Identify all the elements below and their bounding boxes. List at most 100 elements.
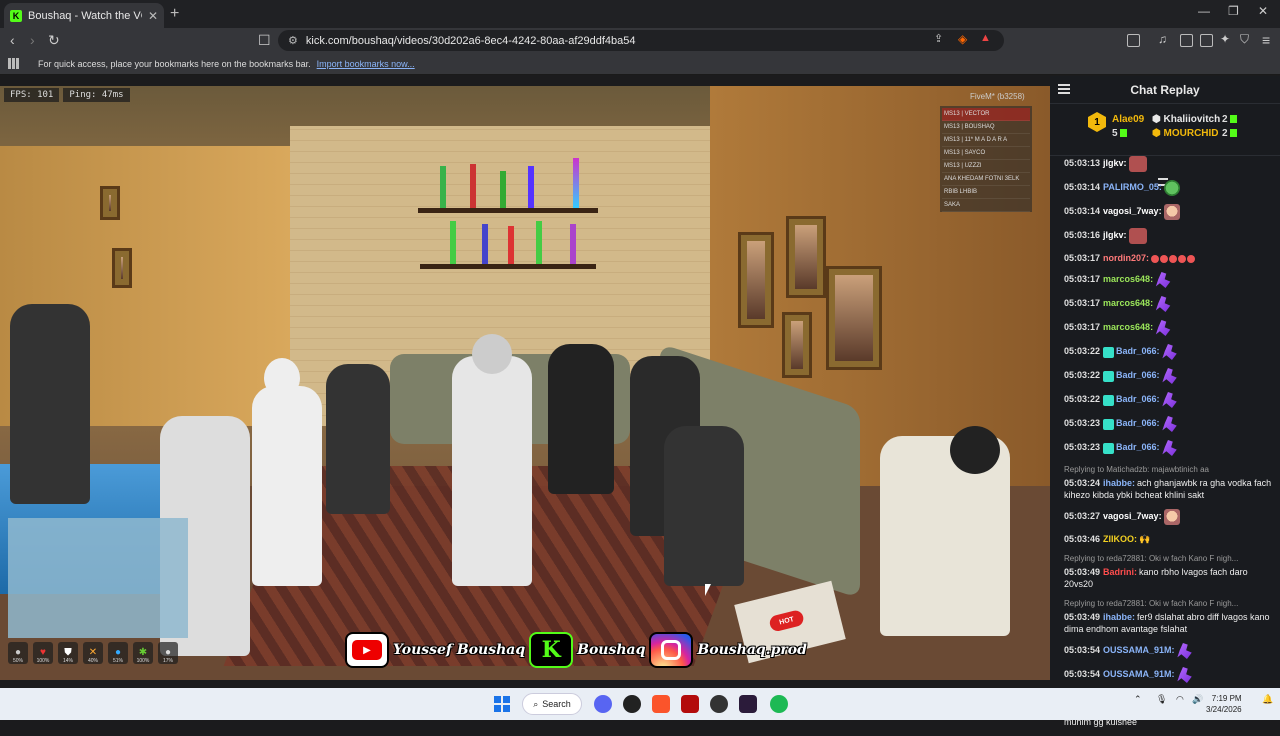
brave-shields-icon[interactable]: ◈ (958, 32, 967, 46)
chat-message: 05:03:16 jlgkv: (1064, 228, 1276, 244)
chat-username[interactable]: jlgkv: (1103, 158, 1127, 168)
acrobat-icon[interactable] (681, 695, 699, 713)
gifter-name[interactable]: ⬢ Khaliiovitch (1152, 114, 1220, 125)
message-timestamp: 05:03:27 (1064, 511, 1101, 522)
share-icon[interactable]: ⇪ (934, 32, 943, 45)
wifi-icon[interactable]: ◠ (1176, 694, 1184, 705)
forward-button[interactable]: › (30, 32, 35, 48)
taskbar-search[interactable]: ⌕ Search (522, 693, 582, 715)
chat-username[interactable]: marcos648: (1103, 298, 1153, 308)
subscriber-badge-icon (1103, 418, 1115, 430)
chat-username[interactable]: Badr_066: (1116, 346, 1160, 356)
video-player[interactable]: HOT FPS: 101 Ping: 47ms FiveM* (b3258) M… (0, 86, 1050, 680)
player-item: MS13 | SAYCO (942, 147, 1030, 160)
emoji-icon (1151, 254, 1160, 263)
address-bar[interactable]: ⚙ kick.com/boushaq/videos/30d202a6-8ec4-… (278, 30, 1004, 51)
minimize-button[interactable]: — (1198, 4, 1210, 18)
wall-portrait (782, 312, 812, 378)
microphone-icon[interactable]: 🎙 (1156, 694, 1167, 705)
player-list: MS13 | VECTOR MS13 | BOUSHAQ MS13 | 11* … (940, 106, 1032, 212)
wall-portrait (738, 232, 774, 328)
menu-icon[interactable]: ≡ (1262, 32, 1270, 48)
tray-chevron-icon[interactable]: ⌃ (1134, 694, 1142, 705)
message-timestamp: 05:03:22 (1064, 394, 1101, 405)
sidebar-icon[interactable] (1180, 34, 1193, 47)
brave-rewards-icon[interactable]: ▲ (980, 32, 991, 44)
emote-icon (1128, 156, 1147, 172)
chat-username[interactable]: vagosi_7way: (1103, 206, 1162, 216)
chat-username[interactable]: OUSSAMA_91M: (1103, 669, 1175, 679)
tab-bar: K Boushaq - Watch the VOD o ✕ + — ❐ ✕ (0, 0, 1280, 28)
emote-icon (1128, 228, 1147, 244)
chat-message: 05:03:17 marcos648: (1064, 320, 1276, 336)
chat-username[interactable]: Badr_066: (1116, 370, 1160, 380)
github-icon[interactable] (623, 695, 641, 713)
chat-username[interactable]: vagosi_7way: (1103, 511, 1162, 521)
system-clock[interactable]: 7:19 PM 3/24/2026 (1206, 693, 1242, 715)
back-button[interactable]: ‹ (10, 32, 15, 48)
site-info-icon[interactable]: ⚙ (288, 34, 298, 47)
minimap (8, 518, 188, 638)
spotify-icon[interactable] (770, 695, 788, 713)
emote-icon (1163, 180, 1180, 196)
notification-icon[interactable]: 🔔 (1262, 694, 1273, 705)
reload-button[interactable]: ↻ (48, 32, 60, 49)
start-button[interactable] (494, 696, 510, 712)
maximize-button[interactable]: ❐ (1228, 4, 1239, 18)
import-bookmarks-link[interactable]: Import bookmarks now... (317, 59, 415, 69)
leo-ai-icon[interactable]: ✦ (1220, 32, 1230, 46)
chat-username[interactable]: jlgkv: (1103, 230, 1127, 240)
chat-username[interactable]: OUSSAMA_91M: (1103, 645, 1175, 655)
chat-username[interactable]: ZIIKOO: (1103, 534, 1137, 544)
gifter-name[interactable]: Alae09 (1112, 114, 1144, 125)
chat-username[interactable]: nordin207: (1103, 253, 1149, 263)
player-item: MS13 | VECTOR (942, 108, 1030, 121)
chat-message: 05:03:22 Badr_066: (1064, 368, 1276, 384)
instagram-icon (649, 632, 694, 668)
chat-message: 05:03:27 vagosi_7way: (1064, 509, 1276, 525)
reader-mode-icon[interactable] (1127, 34, 1140, 47)
fps-value: FPS: 101 (4, 88, 60, 102)
app-icon[interactable] (739, 695, 757, 713)
chat-username[interactable]: marcos648: (1103, 322, 1153, 332)
new-tab-button[interactable]: + (170, 5, 179, 23)
chat-username[interactable]: marcos648: (1103, 274, 1153, 284)
media-icon[interactable]: ♫ (1158, 32, 1167, 46)
chat-username[interactable]: ihabbe: (1103, 478, 1135, 488)
chat-username[interactable]: Badr_066: (1116, 442, 1160, 452)
bookmarks-hint: For quick access, place your bookmarks h… (38, 58, 311, 69)
wallet-icon[interactable] (1200, 34, 1213, 47)
obs-icon[interactable] (710, 695, 728, 713)
mouse-cursor-icon (705, 584, 717, 596)
wall-portrait (112, 248, 132, 288)
emoji-icon (1178, 254, 1187, 263)
chat-username[interactable]: Badr_066: (1116, 394, 1160, 404)
player-item: MS13 | BOUSHAQ (942, 121, 1030, 134)
kick-favicon-icon: K (10, 9, 22, 22)
collapse-chat-icon[interactable] (1058, 84, 1070, 94)
chat-username[interactable]: Badr_066: (1116, 418, 1160, 428)
social-overlay: ▶ Youssef Boushaq K Boushaq Boushaq.prod (345, 632, 807, 668)
chat-username[interactable]: Badrini: (1103, 567, 1137, 577)
top-gifters: 1 Alae09 5 ⬢ Khaliiovitch 2 ⬢ MOURCHID 2 (1050, 104, 1280, 186)
vpn-shield-icon[interactable]: ⛉ (1240, 32, 1249, 47)
subscriber-badge-icon (1103, 394, 1115, 406)
bookmarks-bar: For quick access, place your bookmarks h… (0, 53, 1280, 75)
message-timestamp: 05:03:17 (1064, 274, 1101, 285)
chat-username[interactable]: ihabbe: (1103, 612, 1135, 622)
discord-icon[interactable] (594, 695, 612, 713)
message-timestamp: 05:03:22 (1064, 370, 1101, 381)
message-timestamp: 05:03:24 (1064, 478, 1101, 488)
close-window-button[interactable]: ✕ (1258, 4, 1268, 18)
close-tab-icon[interactable]: ✕ (148, 9, 158, 23)
browser-tab[interactable]: K Boushaq - Watch the VOD o ✕ (4, 3, 164, 28)
gifter-name[interactable]: ⬢ MOURCHID (1152, 128, 1219, 139)
message-timestamp: 05:03:13 (1064, 158, 1101, 169)
bookmark-icon[interactable]: ☐ (258, 32, 271, 49)
brave-icon[interactable] (652, 695, 670, 713)
message-text: 🙌 (1139, 534, 1151, 544)
chat-username[interactable]: PALIRMO_05: (1103, 182, 1162, 192)
volume-icon[interactable]: 🔊 (1192, 694, 1203, 705)
heart-status: ♥ 100% (33, 642, 53, 664)
apps-grid-icon[interactable] (8, 58, 19, 69)
